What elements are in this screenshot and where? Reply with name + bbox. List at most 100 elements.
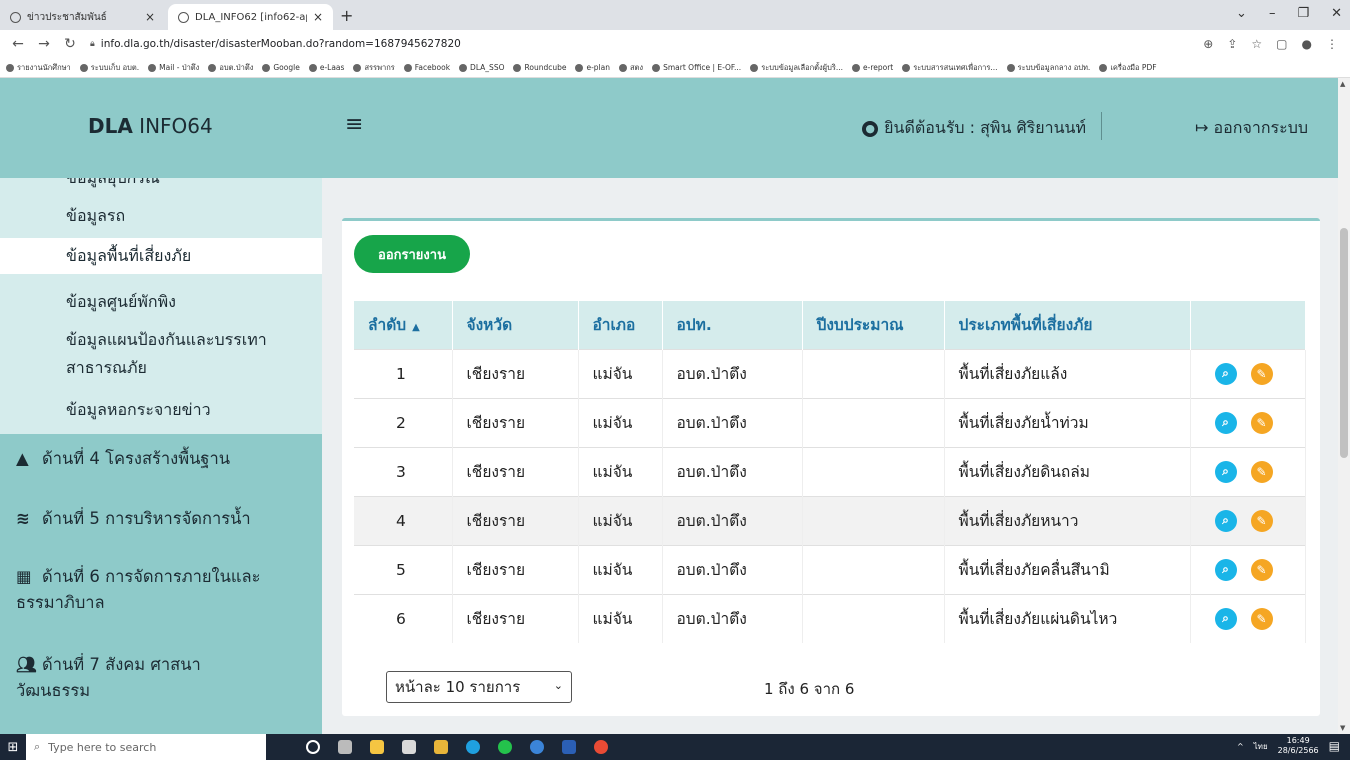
mail-icon[interactable]	[402, 740, 416, 754]
col-budget-year[interactable]: ปีงบประมาณ	[802, 301, 945, 349]
sidebar-item-broadcast-towers[interactable]: ข้อมูลหอกระจายข่าว	[66, 398, 211, 423]
scroll-down-icon[interactable]: ▼	[1340, 724, 1345, 732]
edit-icon[interactable]: ✎	[1250, 460, 1273, 483]
bookmark-item[interactable]: ระบบข้อมูลเลือกตั้งผู้บริ...	[750, 62, 843, 74]
bookmark-item[interactable]: ระบบเก็บ อบต.	[79, 62, 139, 74]
store-icon[interactable]	[370, 740, 384, 754]
share-icon[interactable]: ⇪	[1227, 37, 1237, 51]
sidebar-item-equipment[interactable]: ข้อมูลอุปกรณ์	[66, 178, 160, 191]
close-icon[interactable]: ×	[313, 10, 323, 24]
scrollbar-thumb[interactable]	[1340, 228, 1348, 458]
bookmark-item[interactable]: สตง	[618, 62, 643, 74]
word-icon[interactable]	[562, 740, 576, 754]
bookmark-item[interactable]: Google	[262, 63, 300, 72]
edit-icon[interactable]: ✎	[1250, 509, 1273, 532]
scroll-up-icon[interactable]: ▲	[1340, 80, 1345, 88]
col-province[interactable]: จังหวัด	[452, 301, 579, 349]
edit-icon[interactable]: ✎	[1250, 607, 1273, 630]
page-size-select[interactable]: หน้าละ 10 รายการ ⌄	[386, 671, 572, 703]
bookmark-item[interactable]: DLA_SSO	[459, 63, 504, 72]
sidebar-section-water[interactable]: ≋ ด้านที่ 5 การบริหารจัดการน้ำ	[16, 506, 251, 532]
tab-label: ข่าวประชาสัมพันธ์	[27, 11, 107, 23]
browser-tab-news[interactable]: ข่าวประชาสัมพันธ์ ×	[0, 4, 165, 30]
col-district[interactable]: อำเภอ	[578, 301, 663, 349]
close-icon[interactable]: ×	[145, 10, 155, 24]
maximize-icon[interactable]: ❐	[1297, 6, 1309, 21]
sidebar-item-shelters[interactable]: ข้อมูลศูนย์พักพิง	[66, 290, 176, 315]
view-search-icon[interactable]: ⌕	[1214, 411, 1237, 434]
url-field[interactable]: 🔒︎ info.dla.go.th/disaster/disasterMooba…	[90, 38, 1203, 50]
edit-icon[interactable]: ✎	[1250, 411, 1273, 434]
cell-risk-type: พื้นที่เสี่ยงภัยน้ำท่วม	[944, 397, 1191, 447]
bookmark-item[interactable]: e-report	[852, 63, 893, 72]
view-search-icon[interactable]: ⌕	[1214, 460, 1237, 483]
page-scrollbar[interactable]: ▲ ▼	[1338, 78, 1350, 734]
reload-icon[interactable]: ↻	[62, 36, 78, 52]
export-report-button[interactable]: ออกรายงาน	[354, 235, 470, 273]
bookmark-item[interactable]: e-Laas	[308, 63, 344, 72]
close-window-icon[interactable]: ✕	[1331, 6, 1342, 21]
bookmark-item[interactable]: e-plan	[575, 63, 610, 72]
minimize-icon[interactable]: –	[1269, 6, 1276, 21]
bookmark-item[interactable]: Smart Office | E-OF...	[652, 63, 741, 72]
chevron-up-icon[interactable]: ^	[1237, 742, 1244, 751]
hamburger-menu-icon[interactable]: ≡	[345, 112, 363, 137]
sidepanel-icon[interactable]: ▢	[1276, 37, 1287, 51]
browser-icon[interactable]	[530, 740, 544, 754]
view-search-icon[interactable]: ⌕	[1214, 362, 1237, 385]
forward-icon[interactable]: →	[36, 36, 52, 52]
windows-start-icon[interactable]: ⊞	[0, 734, 26, 760]
sidebar-section-society[interactable]: 👥︎ ด้านที่ 7 สังคม ศาสนา วัฒนธรรม	[16, 652, 201, 703]
bookmark-item[interactable]: Roundcube	[513, 63, 566, 72]
sidebar-item-prevention-plan-line2[interactable]: สาธารณภัย	[66, 356, 147, 381]
cortana-icon[interactable]	[306, 740, 320, 754]
line-icon[interactable]	[498, 740, 512, 754]
bookmark-icon	[902, 63, 911, 72]
taskbar-search-input[interactable]: ⌕ Type here to search	[26, 734, 266, 760]
bookmark-item[interactable]: Mail - ป่าตึง	[148, 62, 199, 74]
brand-logo[interactable]: DLA INFO64	[88, 114, 213, 138]
edge-icon[interactable]	[466, 740, 480, 754]
edit-icon[interactable]: ✎	[1250, 362, 1273, 385]
bookmark-item[interactable]: ระบบสารสนเทศเพื่อการ...	[902, 62, 998, 74]
cell-province: เชียงราย	[452, 397, 579, 447]
view-search-icon[interactable]: ⌕	[1214, 607, 1237, 630]
sidebar-section-governance[interactable]: ▦ ด้านที่ 6 การจัดการภายในและ ธรรมาภิบาล	[16, 564, 261, 615]
sidebar-item-vehicles[interactable]: ข้อมูลรถ	[66, 204, 125, 229]
star-icon[interactable]: ☆	[1251, 37, 1262, 51]
chrome-icon[interactable]	[594, 740, 608, 754]
col-risk-type[interactable]: ประเภทพื้นที่เสี่ยงภัย	[944, 301, 1191, 349]
bookmark-item[interactable]: สรรพากร	[353, 62, 395, 74]
menu-kebab-icon[interactable]: ⋮	[1326, 37, 1338, 51]
bookmark-item[interactable]: รายงานนักศึกษา	[6, 62, 71, 74]
sidebar-item-risk-areas[interactable]: ข้อมูลพื้นที่เสี่ยงภัย	[0, 238, 322, 274]
windows-taskbar: ⊞ ⌕ Type here to search ^ ไทย 16:49 28/6…	[0, 734, 1350, 760]
cell-budget-year	[802, 495, 945, 545]
task-view-icon[interactable]	[338, 740, 352, 754]
browser-tab-dla-info[interactable]: DLA_INFO62 [info62-app04] ×	[168, 4, 333, 30]
edit-icon[interactable]: ✎	[1250, 558, 1273, 581]
profile-icon[interactable]: ●	[1302, 37, 1312, 51]
col-organization[interactable]: อปท.	[662, 301, 803, 349]
input-language[interactable]: ไทย	[1254, 740, 1268, 753]
sidebar-item-prevention-plan[interactable]: ข้อมูลแผนป้องกันและบรรเทา	[66, 328, 267, 353]
clock[interactable]: 16:49 28/6/2566	[1278, 736, 1319, 757]
notification-icon[interactable]: ▤	[1329, 739, 1340, 753]
logout-button[interactable]: ↦ ออกจากระบบ	[1195, 116, 1308, 141]
view-search-icon[interactable]: ⌕	[1214, 558, 1237, 581]
sidebar-section-infrastructure[interactable]: ▲ ด้านที่ 4 โครงสร้างพื้นฐาน	[16, 446, 230, 472]
cell-budget-year	[802, 397, 945, 447]
view-search-icon[interactable]: ⌕	[1214, 509, 1237, 532]
bookmark-item[interactable]: อบต.ป่าตึง	[208, 62, 253, 74]
file-explorer-icon[interactable]	[434, 740, 448, 754]
col-order[interactable]: ลำดับ ▲	[354, 301, 453, 349]
bookmark-icon	[652, 63, 661, 72]
back-icon[interactable]: ←	[10, 36, 26, 52]
new-tab-button[interactable]: +	[340, 6, 353, 25]
bookmark-item[interactable]: ระบบข้อมูลกลาง อปท.	[1006, 62, 1090, 74]
system-tray: ^ ไทย 16:49 28/6/2566 ▤	[1237, 736, 1340, 757]
bookmark-item[interactable]: Facebook	[403, 63, 450, 72]
chevron-down-icon[interactable]: ⌄	[1236, 6, 1247, 21]
zoom-icon[interactable]: ⊕	[1203, 37, 1213, 51]
bookmark-item[interactable]: เครื่องมือ PDF	[1099, 62, 1157, 74]
